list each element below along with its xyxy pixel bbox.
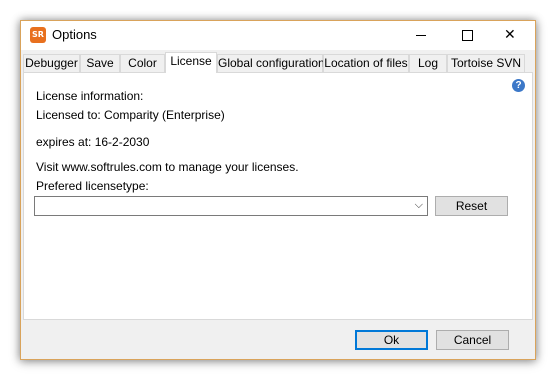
maximize-button[interactable] xyxy=(445,21,490,50)
maximize-icon xyxy=(462,30,473,41)
tab-license[interactable]: License xyxy=(165,52,217,73)
help-icon[interactable]: ? xyxy=(512,79,525,92)
license-type-label: Prefered licensetype: xyxy=(36,179,149,193)
tab-save[interactable]: Save xyxy=(80,54,120,72)
license-information-label: License information: xyxy=(36,89,144,103)
license-type-select[interactable]: ⌵ xyxy=(34,196,428,216)
visit-website-label: Visit www.softrules.com to manage your l… xyxy=(36,160,299,174)
close-button[interactable]: ✕ xyxy=(490,21,535,50)
ok-button[interactable]: Ok xyxy=(355,330,428,350)
tab-debugger[interactable]: Debugger xyxy=(23,54,80,72)
button-bar: Ok Cancel xyxy=(21,320,535,359)
tab-tortoise-svn[interactable]: Tortoise SVN xyxy=(447,54,525,72)
licensed-to-label: Licensed to: Comparity (Enterprise) xyxy=(36,108,225,122)
title-bar[interactable]: SR Options ✕ xyxy=(21,21,535,50)
tab-color[interactable]: Color xyxy=(120,54,165,72)
reset-button[interactable]: Reset xyxy=(435,196,508,216)
cancel-button[interactable]: Cancel xyxy=(436,330,509,350)
tab-location-of-files[interactable]: Location of files xyxy=(323,54,409,72)
tab-strip: Debugger Save Color License Global confi… xyxy=(23,52,535,73)
close-icon: ✕ xyxy=(504,27,516,43)
tab-log[interactable]: Log xyxy=(409,54,447,72)
minimize-icon xyxy=(416,35,426,36)
tab-global-configuration[interactable]: Global configuration xyxy=(217,54,325,72)
minimize-button[interactable] xyxy=(399,21,444,50)
expires-label: expires at: 16-2-2030 xyxy=(36,135,150,149)
chevron-down-icon: ⌵ xyxy=(414,198,423,211)
options-dialog: SR Options ✕ Debugger Save Color License… xyxy=(20,20,536,360)
license-panel: ? License information: Licensed to: Comp… xyxy=(23,72,533,320)
app-icon: SR xyxy=(30,27,46,43)
window-title: Options xyxy=(52,27,97,42)
